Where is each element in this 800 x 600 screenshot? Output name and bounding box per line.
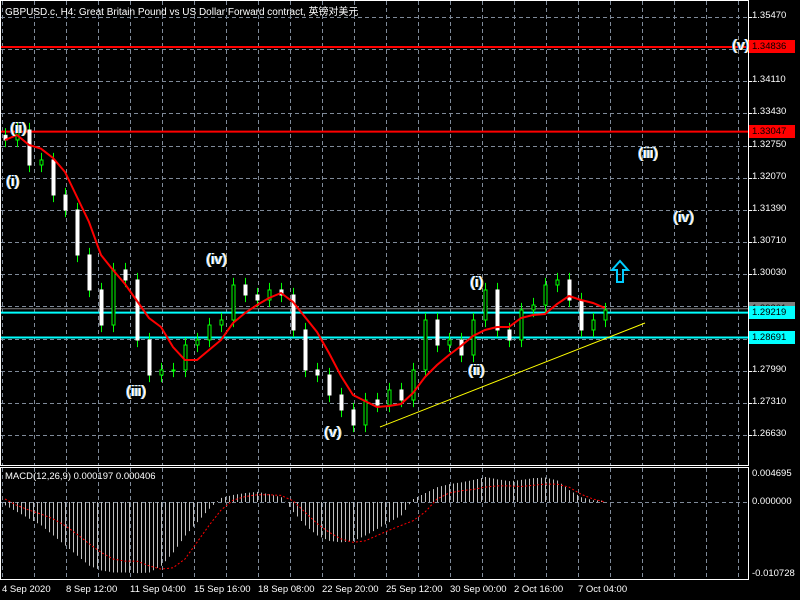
candle-body — [315, 369, 320, 376]
time-label: 7 Oct 04:00 — [578, 584, 628, 595]
price-tag: 1.33047 — [749, 124, 795, 138]
wave-label: (v) — [732, 37, 750, 54]
time-label: 2 Oct 16:00 — [514, 584, 564, 595]
wave-label: (i) — [6, 173, 20, 190]
price-tag: 1.29219 — [749, 305, 795, 319]
candle-body — [339, 394, 344, 411]
candle-body — [123, 269, 128, 281]
candle-body — [387, 389, 392, 406]
price-tick: 1.35470 — [752, 10, 787, 21]
chart-canvas[interactable] — [0, 0, 800, 600]
candle-body — [531, 304, 536, 311]
candle-body — [147, 339, 152, 376]
candle-body — [435, 319, 440, 346]
candle-body — [495, 289, 500, 331]
macd-tick: 0.000000 — [752, 496, 792, 507]
time-label: 11 Sep 04:00 — [130, 584, 186, 595]
main-chart-frame — [0, 0, 749, 466]
price-tick: 1.30710 — [752, 235, 787, 247]
arrow-up-icon — [609, 259, 631, 283]
wave-label: (iv) — [673, 209, 694, 226]
candle-body — [603, 309, 608, 321]
candle-body — [99, 289, 104, 326]
wave-label: (iii) — [638, 145, 658, 162]
candle-body — [87, 254, 92, 291]
candle-body — [423, 319, 428, 371]
chart-title: GBPUSD.c, H4: Great Britain Pound vs US … — [5, 7, 359, 18]
price-tick: 1.33430 — [752, 106, 787, 118]
price-tag: 1.34836 — [749, 39, 795, 53]
time-label: 30 Sep 00:00 — [450, 584, 507, 595]
time-label: 18 Sep 08:00 — [258, 584, 315, 595]
time-label: 4 Sep 2020 — [2, 584, 51, 595]
candle-body — [591, 319, 596, 331]
price-tag: 1.28691 — [749, 330, 795, 344]
candle-body — [207, 324, 212, 341]
price-tick: 1.27310 — [752, 395, 787, 407]
candle-body — [507, 329, 512, 341]
candle-body — [27, 129, 32, 166]
candle-body — [51, 159, 56, 196]
macd-title: MACD(12,26,9) 0.000197 0.000406 — [5, 471, 156, 482]
candle-body — [75, 209, 80, 256]
candle-body — [375, 399, 380, 406]
candle-body — [243, 284, 248, 296]
candle-body — [303, 329, 308, 371]
candle-body — [483, 289, 488, 321]
price-tick: 1.26630 — [752, 427, 787, 439]
wave-label: (ii) — [10, 120, 27, 137]
wave-label: (ii) — [468, 362, 485, 379]
price-tick: 1.32750 — [752, 138, 787, 150]
candle-body — [135, 279, 140, 341]
price-tick: 1.32070 — [752, 170, 787, 182]
macd-histogram — [5, 476, 602, 574]
price-tick: 1.34110 — [752, 74, 786, 86]
candle-body — [519, 309, 524, 341]
candle-body — [363, 399, 368, 426]
candle-body — [219, 319, 224, 326]
candle-body — [159, 369, 164, 376]
candle-body — [327, 374, 332, 396]
candle-body — [111, 269, 116, 326]
candle-body — [195, 339, 200, 346]
wave-label: (v) — [324, 424, 342, 441]
time-label: 15 Sep 16:00 — [194, 584, 251, 595]
price-tick: 1.27990 — [752, 363, 787, 375]
candle-body — [411, 369, 416, 401]
candle-body — [543, 284, 548, 306]
candle-body — [63, 194, 68, 211]
candle-body — [351, 409, 356, 426]
time-label: 25 Sep 12:00 — [386, 584, 443, 595]
candle-body — [39, 159, 44, 166]
macd-tick: -0.010728 — [752, 568, 795, 579]
candle-body — [555, 279, 560, 286]
candle-body — [447, 339, 452, 346]
candle-body — [291, 294, 296, 331]
price-tick: 1.30030 — [752, 267, 787, 279]
wave-label: (i) — [470, 274, 484, 291]
wave-label: (iv) — [206, 251, 227, 268]
candle-body — [171, 369, 176, 372]
candles — [3, 122, 608, 433]
trend-line — [379, 322, 646, 428]
candle-body — [231, 284, 236, 321]
candle-body — [255, 294, 260, 301]
time-label: 22 Sep 20:00 — [322, 584, 379, 595]
candle-body — [579, 299, 584, 331]
candle-body — [399, 389, 404, 401]
time-label: 8 Sep 12:00 — [66, 584, 118, 595]
candle-body — [183, 344, 188, 371]
macd-panel-frame — [0, 467, 749, 580]
wave-label: (iii) — [126, 383, 146, 400]
price-tick: 1.31390 — [752, 202, 787, 214]
macd-tick: 0.004695 — [752, 468, 792, 479]
